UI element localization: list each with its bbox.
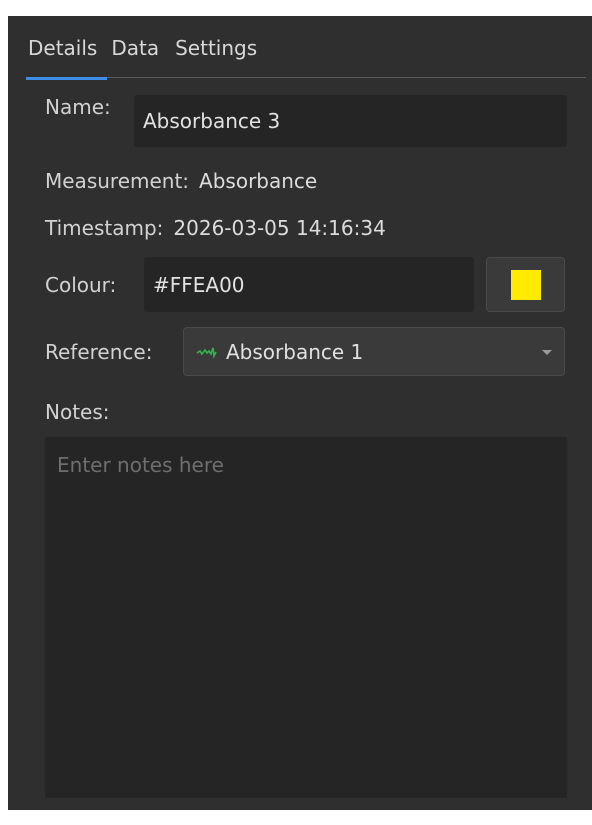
timestamp-row: Timestamp: 2026-03-05 14:16:34 xyxy=(45,213,386,243)
colour-row: Colour: xyxy=(45,257,116,312)
notes-row: Notes: xyxy=(45,397,110,427)
colour-input[interactable]: #FFEA00 xyxy=(144,257,474,312)
tab-details[interactable]: Details xyxy=(26,34,108,80)
colour-picker-button[interactable] xyxy=(486,257,565,312)
name-row: Name: xyxy=(45,95,111,119)
spectrum-line-icon xyxy=(196,345,218,359)
tab-data[interactable]: Data xyxy=(107,34,171,78)
name-label: Name: xyxy=(45,95,111,119)
timestamp-value: 2026-03-05 14:16:34 xyxy=(173,216,386,240)
tab-bar: Details Data Settings xyxy=(26,34,586,80)
reference-dropdown[interactable]: Absorbance 1 xyxy=(183,327,565,376)
reference-label: Reference: xyxy=(45,339,153,364)
name-input[interactable]: Absorbance 3 xyxy=(134,95,567,147)
reference-selected-value: Absorbance 1 xyxy=(226,339,364,364)
colour-label: Colour: xyxy=(45,272,117,297)
tab-settings[interactable]: Settings xyxy=(171,34,261,78)
colour-swatch xyxy=(510,269,541,300)
notes-textarea[interactable] xyxy=(45,437,567,798)
chevron-down-icon xyxy=(542,349,552,355)
notes-label: Notes: xyxy=(45,400,110,424)
measurement-row: Measurement: Absorbance xyxy=(45,166,317,196)
details-panel: Details Data Settings Name: Absorbance 3… xyxy=(8,16,592,810)
measurement-label: Measurement: xyxy=(45,169,190,193)
name-input-value: Absorbance 3 xyxy=(143,109,281,133)
timestamp-label: Timestamp: xyxy=(45,216,164,240)
colour-input-value: #FFEA00 xyxy=(153,272,245,297)
measurement-value: Absorbance xyxy=(199,169,318,193)
reference-row: Reference: xyxy=(45,327,152,376)
